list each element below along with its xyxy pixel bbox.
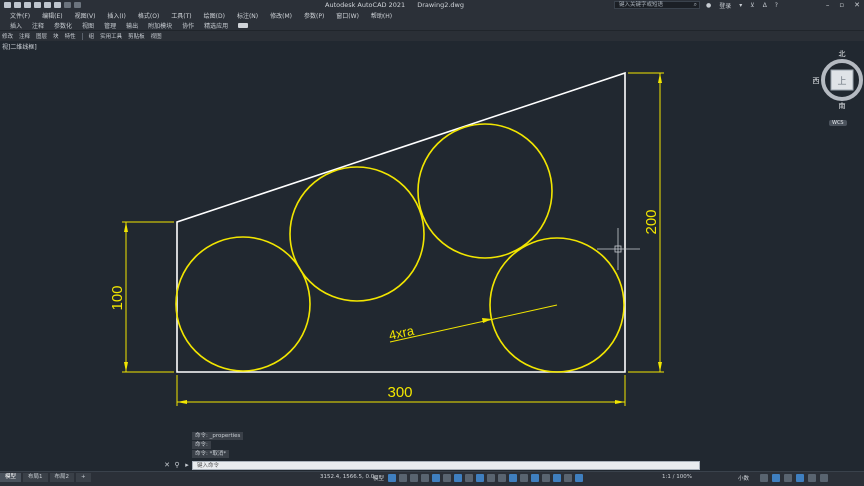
clean-screen-icon[interactable] xyxy=(808,474,816,482)
dim-left-text: 100 xyxy=(109,285,126,310)
isolate-objects-icon[interactable] xyxy=(784,474,792,482)
radius-leader-text: 4xra xyxy=(387,323,416,343)
wcs-menu[interactable]: WCS xyxy=(829,120,847,126)
hardware-acceleration-icon[interactable] xyxy=(796,474,804,482)
selection-cycling-icon[interactable] xyxy=(509,474,517,482)
viewcube-south[interactable]: 南 xyxy=(839,101,846,110)
dim-bottom-text: 300 xyxy=(387,384,412,401)
command-history-line: 命令: xyxy=(192,441,211,449)
status-right-icons xyxy=(760,474,828,482)
auto-scale-icon[interactable] xyxy=(575,474,583,482)
object-snap-tracking-icon[interactable] xyxy=(465,474,473,482)
annotation-scale[interactable]: 1:1 / 100% xyxy=(662,474,692,480)
add-layout-button[interactable]: + xyxy=(76,473,91,482)
dynamic-input-icon[interactable] xyxy=(421,474,429,482)
coordinates-readout: 3152.4, 1566.5, 0.0 xyxy=(320,474,375,480)
lineweight-icon[interactable] xyxy=(487,474,495,482)
lock-ui-icon[interactable] xyxy=(772,474,780,482)
grid-icon[interactable] xyxy=(388,474,396,482)
command-input[interactable]: 键入命令 xyxy=(192,460,700,470)
viewcube-north[interactable]: 北 xyxy=(839,50,846,58)
infer-icon[interactable] xyxy=(410,474,418,482)
ortho-icon[interactable] xyxy=(432,474,440,482)
dim-right-text: 200 xyxy=(643,209,660,234)
dim-bottom-arrow-right xyxy=(615,400,625,404)
viewcube[interactable]: 上 北 西 南 xyxy=(812,48,864,130)
dim-right-arrow-top xyxy=(658,73,662,83)
dim-left-arrow-top xyxy=(124,222,128,232)
gizmo-icon[interactable] xyxy=(553,474,561,482)
snap-icon[interactable] xyxy=(399,474,407,482)
recent-commands-icon[interactable]: ▸ xyxy=(182,460,192,470)
circle-bottom-left xyxy=(175,236,311,372)
isodraft-icon[interactable] xyxy=(454,474,462,482)
layout-tabs: 模型 布局1 布局2 + xyxy=(0,473,91,482)
model-space-toggle[interactable]: 模型 xyxy=(373,474,384,482)
drawing-svg: 300 100 200 4xra xyxy=(109,71,664,406)
quick-properties-icon[interactable] xyxy=(760,474,768,482)
3d-osnap-icon[interactable] xyxy=(520,474,528,482)
tab-layout1[interactable]: 布局1 xyxy=(23,473,48,482)
radius-leader-arrow xyxy=(482,318,492,323)
command-history-line: 命令: _properties xyxy=(192,432,244,440)
viewcube-west[interactable]: 西 xyxy=(813,77,820,85)
dim-right-arrow-bottom xyxy=(658,362,662,372)
crosshair-cursor xyxy=(597,228,640,270)
command-line: ✕ ⚲ ▸ 键入命令 xyxy=(162,460,700,470)
status-bar: 模型 布局1 布局2 + 3152.4, 1566.5, 0.0 模型 1:1 … xyxy=(0,471,864,486)
dim-left-arrow-bottom xyxy=(124,362,128,372)
command-history-line: 命令: *取消* xyxy=(192,450,230,458)
customization-icon[interactable] xyxy=(820,474,828,482)
tab-layout2[interactable]: 布局2 xyxy=(49,473,75,482)
units-selector[interactable]: 小数 xyxy=(738,474,749,482)
polar-icon[interactable] xyxy=(443,474,451,482)
transparency-icon[interactable] xyxy=(498,474,506,482)
drafting-toggles xyxy=(388,474,583,482)
dim-bottom-arrow-left xyxy=(177,400,187,404)
viewcube-top-label: 上 xyxy=(837,76,846,87)
selection-filter-icon[interactable] xyxy=(542,474,550,482)
circle-middle xyxy=(289,166,425,302)
circle-top-right xyxy=(417,123,553,259)
close-command-icon[interactable]: ✕ xyxy=(162,460,172,470)
tab-model[interactable]: 模型 xyxy=(0,473,22,482)
command-history: 命令: _properties 命令: 命令: *取消* xyxy=(192,432,244,459)
object-snap-icon[interactable] xyxy=(476,474,484,482)
customize-icon[interactable]: ⚲ xyxy=(172,460,182,470)
annotation-visibility-icon[interactable] xyxy=(564,474,572,482)
dynamic-ucs-icon[interactable] xyxy=(531,474,539,482)
